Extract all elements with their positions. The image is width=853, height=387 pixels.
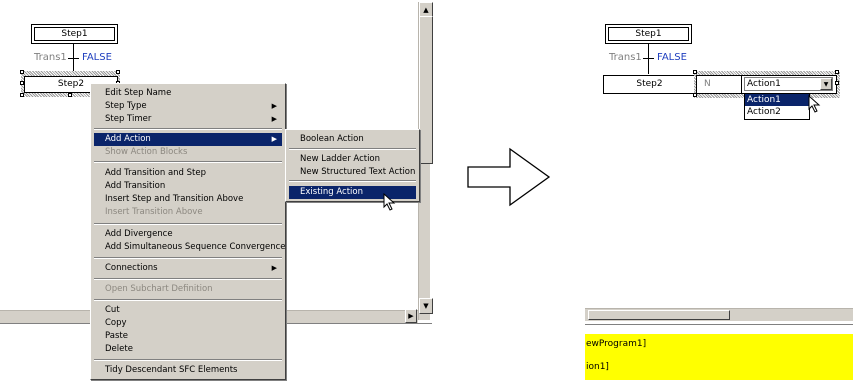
mouse-pointer-icon: [383, 193, 396, 211]
menu-item-add-transition-and-step[interactable]: Add Transition and Step: [94, 167, 282, 180]
menu-item-step-timer[interactable]: Step Timer ▶: [94, 113, 282, 126]
transition-bar: [643, 58, 654, 59]
transition-name: Trans1: [34, 52, 67, 63]
selection-handle[interactable]: [835, 81, 839, 85]
menu-item-label: Insert Transition Above: [105, 207, 203, 217]
menu-item-add-action[interactable]: Add Action ▶: [94, 133, 282, 146]
submenu-item-new-structured-text-action[interactable]: New Structured Text Action: [289, 166, 416, 179]
menu-item-cut[interactable]: Cut: [94, 304, 282, 317]
transition-bar: [68, 58, 79, 59]
menu-item-label: Insert Step and Transition Above: [105, 194, 244, 204]
scroll-thumb[interactable]: [588, 310, 730, 320]
menu-separator: [94, 359, 282, 361]
dropdown-option[interactable]: Action1: [745, 94, 809, 106]
menu-separator: [289, 148, 416, 150]
add-action-submenu: Boolean Action New Ladder Action New Struc…: [285, 129, 420, 202]
mouse-pointer-icon: [808, 95, 821, 113]
selection-handle[interactable]: [693, 93, 697, 97]
menu-separator: [94, 161, 282, 163]
menu-item-label: Add Transition and Step: [105, 168, 207, 178]
submenu-arrow-icon: ▶: [271, 115, 277, 123]
menu-item-show-action-blocks: Show Action Blocks: [94, 146, 282, 159]
context-menu: Edit Step Name Step Type ▶ Step Timer ▶ Add A…: [90, 83, 286, 380]
menu-item-label: Add Divergence: [105, 229, 173, 239]
menu-separator: [94, 278, 282, 280]
selection-handle[interactable]: [116, 70, 120, 74]
submenu-arrow-icon: ▶: [271, 102, 277, 110]
step1-box[interactable]: Step1: [605, 24, 692, 44]
submenu-item-new-ladder-action[interactable]: New Ladder Action: [289, 153, 416, 166]
menu-item-label: Connections: [105, 263, 158, 273]
submenu-arrow-icon: ▶: [271, 264, 277, 272]
menu-separator: [289, 180, 416, 182]
menu-item-edit-step-name[interactable]: Edit Step Name: [94, 87, 282, 100]
menu-item-label: Paste: [105, 331, 128, 341]
menu-separator: [94, 299, 282, 301]
menu-item-label: Step Timer: [105, 114, 152, 124]
scroll-right-icon[interactable]: ▶: [405, 309, 417, 323]
menu-item-copy[interactable]: Copy: [94, 317, 282, 330]
menu-item-label: Step Type: [105, 101, 147, 111]
menu-item-label: Add Transition: [105, 181, 166, 191]
submenu-item-boolean-action[interactable]: Boolean Action: [289, 133, 416, 146]
menu-item-label: Open Subchart Definition: [105, 284, 213, 294]
menu-item-label: Copy: [105, 318, 127, 328]
menu-item-insert-step-and-transition-above[interactable]: Insert Step and Transition Above: [94, 193, 282, 206]
output-line: ion1]: [586, 362, 609, 372]
transition-value: FALSE: [82, 52, 112, 63]
menu-item-label: Show Action Blocks: [105, 147, 188, 157]
selection-handle[interactable]: [835, 70, 839, 74]
selection-handle[interactable]: [693, 70, 697, 74]
menu-item-open-subchart-definition: Open Subchart Definition: [94, 283, 282, 296]
chevron-down-icon[interactable]: ▼: [820, 78, 832, 90]
menu-item-step-type[interactable]: Step Type ▶: [94, 100, 282, 113]
menu-item-label: Cut: [105, 305, 120, 315]
step2-box[interactable]: Step2: [603, 75, 696, 94]
menu-item-tidy-descendant-sfc-elements[interactable]: Tidy Descendant SFC Elements: [94, 364, 282, 377]
scroll-down-icon[interactable]: ▼: [419, 298, 433, 314]
selection-handle[interactable]: [68, 93, 72, 97]
pane-divider: [585, 324, 853, 325]
step1-box[interactable]: Step1: [31, 24, 118, 44]
connector-line: [73, 44, 74, 74]
menu-item-label: Edit Step Name: [105, 88, 172, 98]
menu-item-label: Delete: [105, 344, 133, 354]
menu-item-paste[interactable]: Paste: [94, 330, 282, 343]
action-dropdown-list: Action1 Action2: [744, 93, 810, 120]
right-arrow-icon: [467, 147, 551, 207]
menu-item-add-transition[interactable]: Add Transition: [94, 180, 282, 193]
transition-name: Trans1: [609, 52, 642, 63]
submenu-arrow-icon: ▶: [271, 135, 277, 143]
menu-item-add-simultaneous-sequence-convergence[interactable]: Add Simultaneous Sequence Convergence: [94, 241, 286, 254]
menu-item-connections[interactable]: Connections ▶: [94, 262, 282, 275]
menu-separator: [94, 257, 282, 259]
selection-handle[interactable]: [20, 81, 24, 85]
selection-handle[interactable]: [20, 93, 24, 97]
qualifier-cell[interactable]: N: [697, 76, 742, 93]
dropdown-option[interactable]: Action2: [745, 106, 809, 118]
connector-line: [648, 44, 649, 74]
menu-item-insert-transition-above: Insert Transition Above: [94, 206, 282, 219]
menu-separator: [94, 128, 282, 130]
output-line: ewProgram1]: [586, 339, 647, 349]
transition-value: FALSE: [657, 52, 687, 63]
menu-separator: [94, 223, 282, 225]
menu-item-label: Add Action: [105, 134, 151, 144]
menu-item-add-divergence[interactable]: Add Divergence: [94, 228, 282, 241]
menu-item-label: Add Simultaneous Sequence Convergence: [105, 242, 286, 252]
menu-item-label: Tidy Descendant SFC Elements: [105, 365, 238, 375]
menu-item-delete[interactable]: Delete: [94, 343, 282, 356]
scroll-thumb[interactable]: [419, 16, 433, 164]
selection-handle[interactable]: [20, 70, 24, 74]
